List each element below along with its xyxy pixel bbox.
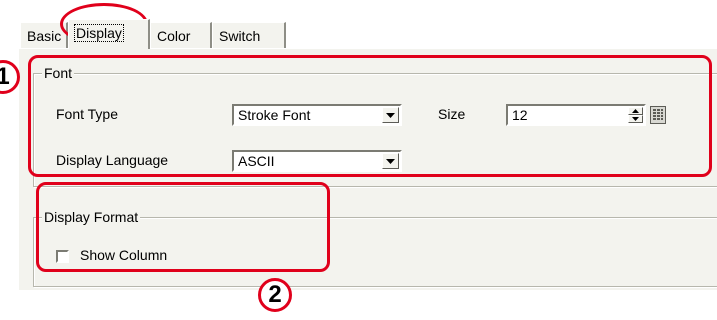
tab-label: Basic <box>27 28 62 44</box>
display-language-value: ASCII <box>238 153 275 169</box>
size-label: Size <box>438 106 466 122</box>
tab-label: Display <box>74 24 124 42</box>
size-spin-buttons <box>628 107 643 123</box>
font-type-select[interactable]: Stroke Font <box>232 104 402 126</box>
tab-color[interactable]: Color <box>150 22 212 48</box>
display-format-group-title: Display Format <box>42 209 141 225</box>
size-spinbox[interactable]: 12 <box>506 104 646 126</box>
font-type-value: Stroke Font <box>238 107 311 123</box>
display-format-group: Display Format Show Column <box>33 209 717 287</box>
dialog-panel: Basic Display Color Switch Font Font Typ… <box>0 0 717 290</box>
spin-up-button[interactable] <box>628 107 643 115</box>
display-language-label: Display Language <box>56 152 169 168</box>
font-type-label: Font Type <box>56 106 119 122</box>
show-column-label[interactable]: Show Column <box>80 247 167 263</box>
tab-label: Color <box>157 28 191 44</box>
arrow-up-icon <box>632 109 639 113</box>
font-type-dropdown-button[interactable] <box>382 107 399 123</box>
arrow-down-icon <box>632 117 639 121</box>
display-language-dropdown-button[interactable] <box>382 153 399 169</box>
size-value: 12 <box>512 107 528 123</box>
tab-switch[interactable]: Switch <box>212 22 286 48</box>
spin-down-button[interactable] <box>628 115 643 123</box>
annotation-marker-2: 2 <box>258 278 292 312</box>
tab-label: Switch <box>219 28 261 44</box>
show-column-checkbox[interactable] <box>56 250 69 263</box>
display-language-select[interactable]: ASCII <box>232 150 402 172</box>
keypad-icon[interactable] <box>650 106 666 124</box>
font-group: Font Font Type Stroke Font Size 12 Displ… <box>33 65 717 187</box>
tab-page-display: Font Font Type Stroke Font Size 12 Displ… <box>18 48 717 290</box>
chevron-down-icon <box>386 159 395 164</box>
tab-basic[interactable]: Basic <box>20 22 68 48</box>
tab-display[interactable]: Display <box>68 19 150 49</box>
font-group-title: Font <box>42 65 75 81</box>
chevron-down-icon <box>386 113 395 118</box>
